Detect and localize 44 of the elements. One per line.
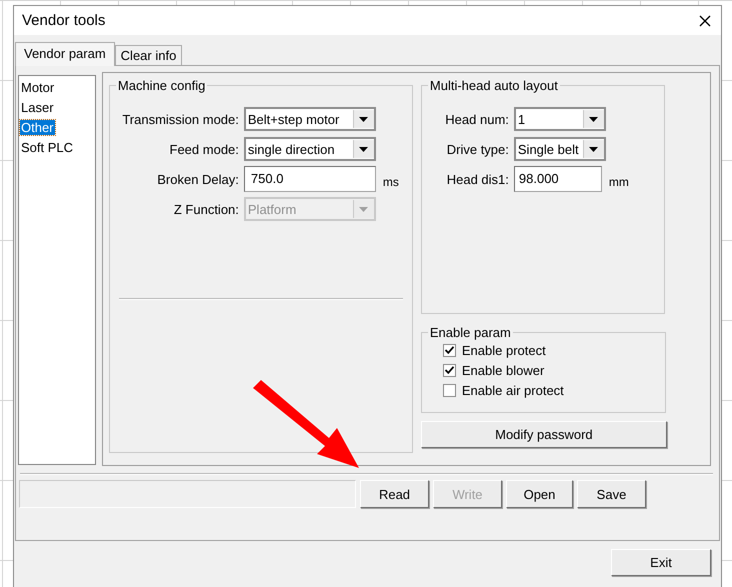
caret-icon <box>589 146 598 152</box>
close-icon[interactable] <box>699 14 711 26</box>
field-label: Drive type: <box>446 142 509 156</box>
checkbox[interactable] <box>442 344 456 356</box>
action-button[interactable]: Save <box>577 480 646 508</box>
dropdown[interactable]: Single belt <box>514 137 606 161</box>
caret-icon <box>589 116 598 122</box>
dropdown[interactable]: Belt+step motor <box>244 107 376 131</box>
list-item[interactable]: Laser <box>20 100 55 115</box>
modify-password-button[interactable]: Modify password <box>420 421 667 448</box>
action-button: Write <box>433 480 502 508</box>
checkbox-label: Enable blower <box>462 362 544 378</box>
list-item[interactable]: Motor <box>20 80 56 95</box>
unit-label: ms <box>382 174 399 189</box>
field-label: Head num: <box>445 112 509 126</box>
field-label: Head dis1: <box>446 172 509 186</box>
dropdown[interactable]: single direction <box>244 137 376 161</box>
caret-icon <box>359 146 368 152</box>
input-field[interactable]: 750.0 <box>244 166 376 192</box>
list-item[interactable]: Soft PLC <box>20 140 74 155</box>
field-label: Transmission mode: <box>122 112 239 126</box>
action-button[interactable]: Open <box>506 480 573 508</box>
field-label: Z Function: <box>174 202 239 216</box>
checkbox[interactable] <box>442 384 456 396</box>
dropdown: Platform <box>244 197 376 221</box>
dropdown[interactable]: 1 <box>514 107 606 131</box>
caret-icon <box>359 206 368 212</box>
tab[interactable]: Clear info <box>114 45 182 65</box>
checkbox-label: Enable air protect <box>462 382 564 398</box>
exit-button[interactable]: Exit <box>611 549 711 576</box>
field-label: Broken Delay: <box>157 172 239 186</box>
action-button[interactable]: Read <box>360 480 429 508</box>
group-title: Enable param <box>428 325 512 340</box>
field-label: Feed mode: <box>170 142 239 156</box>
checkbox-label: Enable protect <box>462 342 546 358</box>
group-title: Machine config <box>116 78 206 93</box>
input-field[interactable]: 98.000 <box>514 166 602 192</box>
tab[interactable]: Vendor param <box>15 42 115 66</box>
list-item[interactable]: Other <box>20 120 55 135</box>
unit-label: mm <box>608 174 629 189</box>
group-title: Multi-head auto layout <box>428 78 559 93</box>
window-title: Vendor tools <box>22 12 106 29</box>
checkbox[interactable] <box>442 364 456 376</box>
caret-icon <box>359 116 368 122</box>
